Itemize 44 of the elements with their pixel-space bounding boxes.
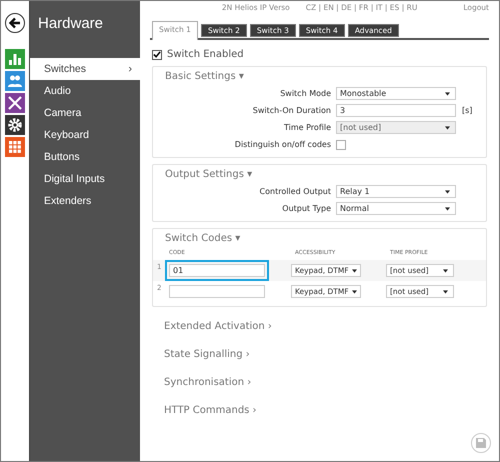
bar-chart-icon[interactable] <box>5 49 25 69</box>
sidebar-item[interactable]: Buttons <box>30 146 140 168</box>
sidebar-item[interactable]: Digital Inputs <box>30 168 140 190</box>
dropdown[interactable]: Monostable <box>336 87 456 100</box>
field-label: Time Profile <box>283 123 332 132</box>
sidebar-item[interactable]: Camera <box>30 102 140 124</box>
section-title[interactable]: HTTP Commands › <box>150 397 489 425</box>
section-title[interactable]: Extended Activation › <box>150 313 489 341</box>
field-label: Switch Mode <box>279 89 332 98</box>
caret-icon <box>445 126 450 130</box>
field-label: Switch-On Duration <box>252 106 332 115</box>
sidebar-item[interactable]: Extenders <box>30 190 140 212</box>
section-title[interactable]: Output Settings ▾ <box>153 168 486 183</box>
section-title[interactable]: Basic Settings ▾ <box>153 70 486 85</box>
caret-icon <box>445 190 450 194</box>
field-label: Output Type <box>281 204 332 213</box>
section-title[interactable]: State Signalling › <box>150 341 489 369</box>
sidebar-item[interactable]: Audio <box>30 80 140 102</box>
save-icon[interactable] <box>471 433 491 453</box>
field-label: Distinguish on/off codes <box>234 140 332 149</box>
checkbox[interactable] <box>152 50 162 60</box>
sidebar-item[interactable]: Keyboard <box>30 124 140 146</box>
caret-icon <box>443 290 448 294</box>
checkbox-label: Switch Enabled <box>167 49 244 60</box>
sidebar-title: Hardware <box>37 14 104 34</box>
caret-icon <box>352 290 357 294</box>
input-field[interactable]: 3 <box>336 104 456 117</box>
sidebar-item[interactable]: Switches › <box>30 58 140 80</box>
dropdown[interactable]: Relay 1 <box>336 185 456 198</box>
grid-icon[interactable] <box>5 137 25 157</box>
section-title[interactable]: Synchronisation › <box>150 369 489 397</box>
section-title[interactable]: Switch Codes ▾ <box>153 232 486 247</box>
tools-icon[interactable] <box>5 93 25 113</box>
caret-icon <box>445 92 450 96</box>
unit-label: [s] <box>462 106 472 115</box>
caret-icon <box>443 268 448 272</box>
caret-icon <box>445 206 450 210</box>
code-field[interactable]: 01 <box>165 260 269 281</box>
caret-icon <box>352 268 357 272</box>
field-label: Controlled Output <box>258 187 332 196</box>
checkbox[interactable] <box>336 140 346 150</box>
dropdown[interactable]: Normal <box>336 202 456 215</box>
settings-icon[interactable] <box>5 115 25 135</box>
users-icon[interactable] <box>5 71 25 91</box>
